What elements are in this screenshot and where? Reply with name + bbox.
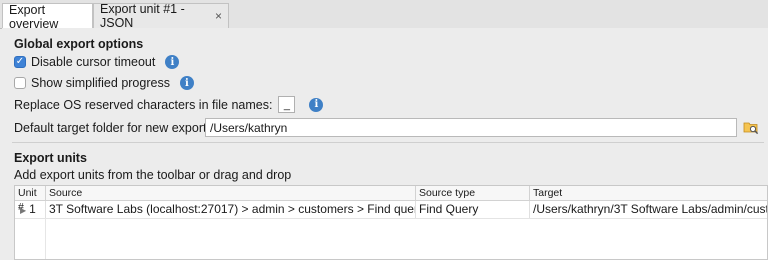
tab-export-overview[interactable]: Export overview [2, 2, 93, 31]
replace-chars-row: Replace OS reserved characters in file n… [14, 96, 324, 113]
folder-search-icon[interactable] [743, 119, 759, 135]
export-units-table: Unit # Source Source type Target ▶ 1 3T S… [14, 185, 768, 260]
section-divider [12, 142, 764, 143]
default-folder-input[interactable]: /Users/kathryn [205, 118, 737, 137]
tab-bar: Export overview Export unit #1 - JSON × [0, 0, 768, 31]
info-icon[interactable]: i [179, 76, 194, 90]
tab-export-unit-1-json[interactable]: Export unit #1 - JSON × [93, 2, 229, 30]
export-overview-panel: Global export options ✓ Disable cursor t… [2, 28, 768, 260]
column-header-source[interactable]: Source [46, 186, 416, 200]
info-icon[interactable]: i [165, 55, 180, 69]
source-cell: 3T Software Labs (localhost:27017) > adm… [46, 201, 416, 218]
replace-chars-input[interactable]: _ [278, 96, 296, 113]
disable-cursor-timeout-row: ✓ Disable cursor timeout i [14, 55, 180, 69]
export-units-hint-text: Add export units from the toolbar or dra… [14, 168, 292, 182]
global-export-options-title: Global export options [14, 37, 144, 51]
column-header-target[interactable]: Target [530, 186, 767, 200]
unit-column-divider [45, 218, 46, 259]
column-header-unit[interactable]: Unit # [15, 186, 46, 213]
info-icon[interactable]: i [309, 97, 324, 112]
replace-chars-label: Replace OS reserved characters in file n… [14, 97, 273, 112]
tab-label: Export unit #1 - JSON [100, 2, 185, 30]
unit-number: 1 [29, 202, 36, 216]
export-units-hint: Add export units from the toolbar or dra… [14, 168, 291, 182]
unit-cell: ▶ 1 [15, 201, 46, 218]
table-header: Unit # Source Source type Target [15, 186, 767, 213]
source-type-cell: Find Query [416, 201, 530, 218]
disable-cursor-timeout-label[interactable]: Disable cursor timeout [31, 55, 155, 69]
disable-cursor-timeout-checkbox[interactable]: ✓ [14, 56, 26, 68]
show-simplified-progress-label[interactable]: Show simplified progress [31, 76, 170, 90]
expand-triangle-icon[interactable]: ▶ [20, 206, 26, 215]
export-units-title: Export units [14, 151, 87, 165]
column-header-source-type[interactable]: Source type [416, 186, 530, 200]
show-simplified-progress-checkbox[interactable] [14, 77, 26, 89]
tab-label: Export overview [9, 2, 59, 31]
show-simplified-progress-row: Show simplified progress i [14, 76, 194, 90]
checkmark-icon: ✓ [15, 56, 25, 67]
close-icon[interactable]: × [215, 9, 222, 23]
table-row[interactable]: ▶ 1 3T Software Labs (localhost:27017) > … [15, 201, 767, 219]
target-cell: /Users/kathryn/3T Software Labs/admin/cu… [533, 202, 768, 216]
